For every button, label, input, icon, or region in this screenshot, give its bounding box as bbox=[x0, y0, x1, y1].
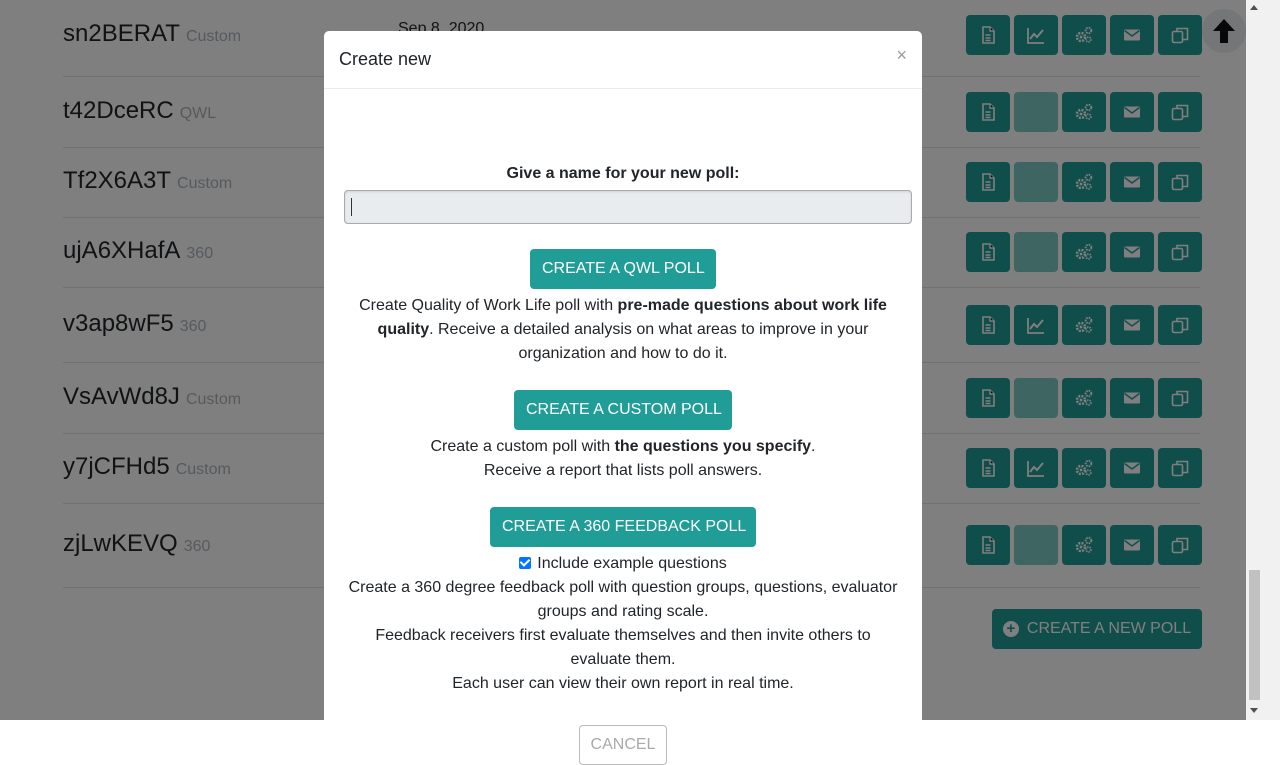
create-custom-poll-button[interactable]: CREATE A CUSTOM POLL bbox=[514, 390, 732, 430]
include-examples-row[interactable]: Include example questions bbox=[324, 552, 922, 576]
cancel-button[interactable]: CANCEL bbox=[579, 725, 667, 765]
include-examples-checkbox[interactable] bbox=[519, 557, 532, 569]
window-gutter bbox=[1263, 0, 1280, 720]
modal-title: Create new bbox=[339, 49, 432, 69]
qwl-description: Create Quality of Work Life poll with pr… bbox=[359, 297, 887, 362]
scrollbar-thumb[interactable] bbox=[1249, 570, 1260, 700]
page-scrollbar[interactable] bbox=[1246, 0, 1263, 720]
close-icon[interactable]: × bbox=[896, 45, 907, 65]
scroll-up-arrow-icon[interactable] bbox=[1250, 5, 1258, 10]
scroll-down-arrow-icon[interactable] bbox=[1250, 708, 1258, 713]
modal-header: Create new × bbox=[324, 31, 922, 89]
poll-name-label: Give a name for your new poll: bbox=[506, 165, 740, 182]
text-caret bbox=[351, 198, 352, 216]
poll-name-input[interactable] bbox=[344, 190, 912, 224]
create-poll-modal: Create new × Give a name for your new po… bbox=[324, 31, 922, 765]
custom-description: Create a custom poll with the questions … bbox=[430, 438, 816, 479]
include-examples-label: Include example questions bbox=[537, 555, 727, 572]
feedback-360-description: Create a 360 degree feedback poll with q… bbox=[348, 579, 898, 692]
create-360-feedback-poll-button[interactable]: CREATE A 360 FEEDBACK POLL bbox=[490, 507, 756, 547]
create-qwl-poll-button[interactable]: CREATE A QWL POLL bbox=[530, 249, 716, 289]
